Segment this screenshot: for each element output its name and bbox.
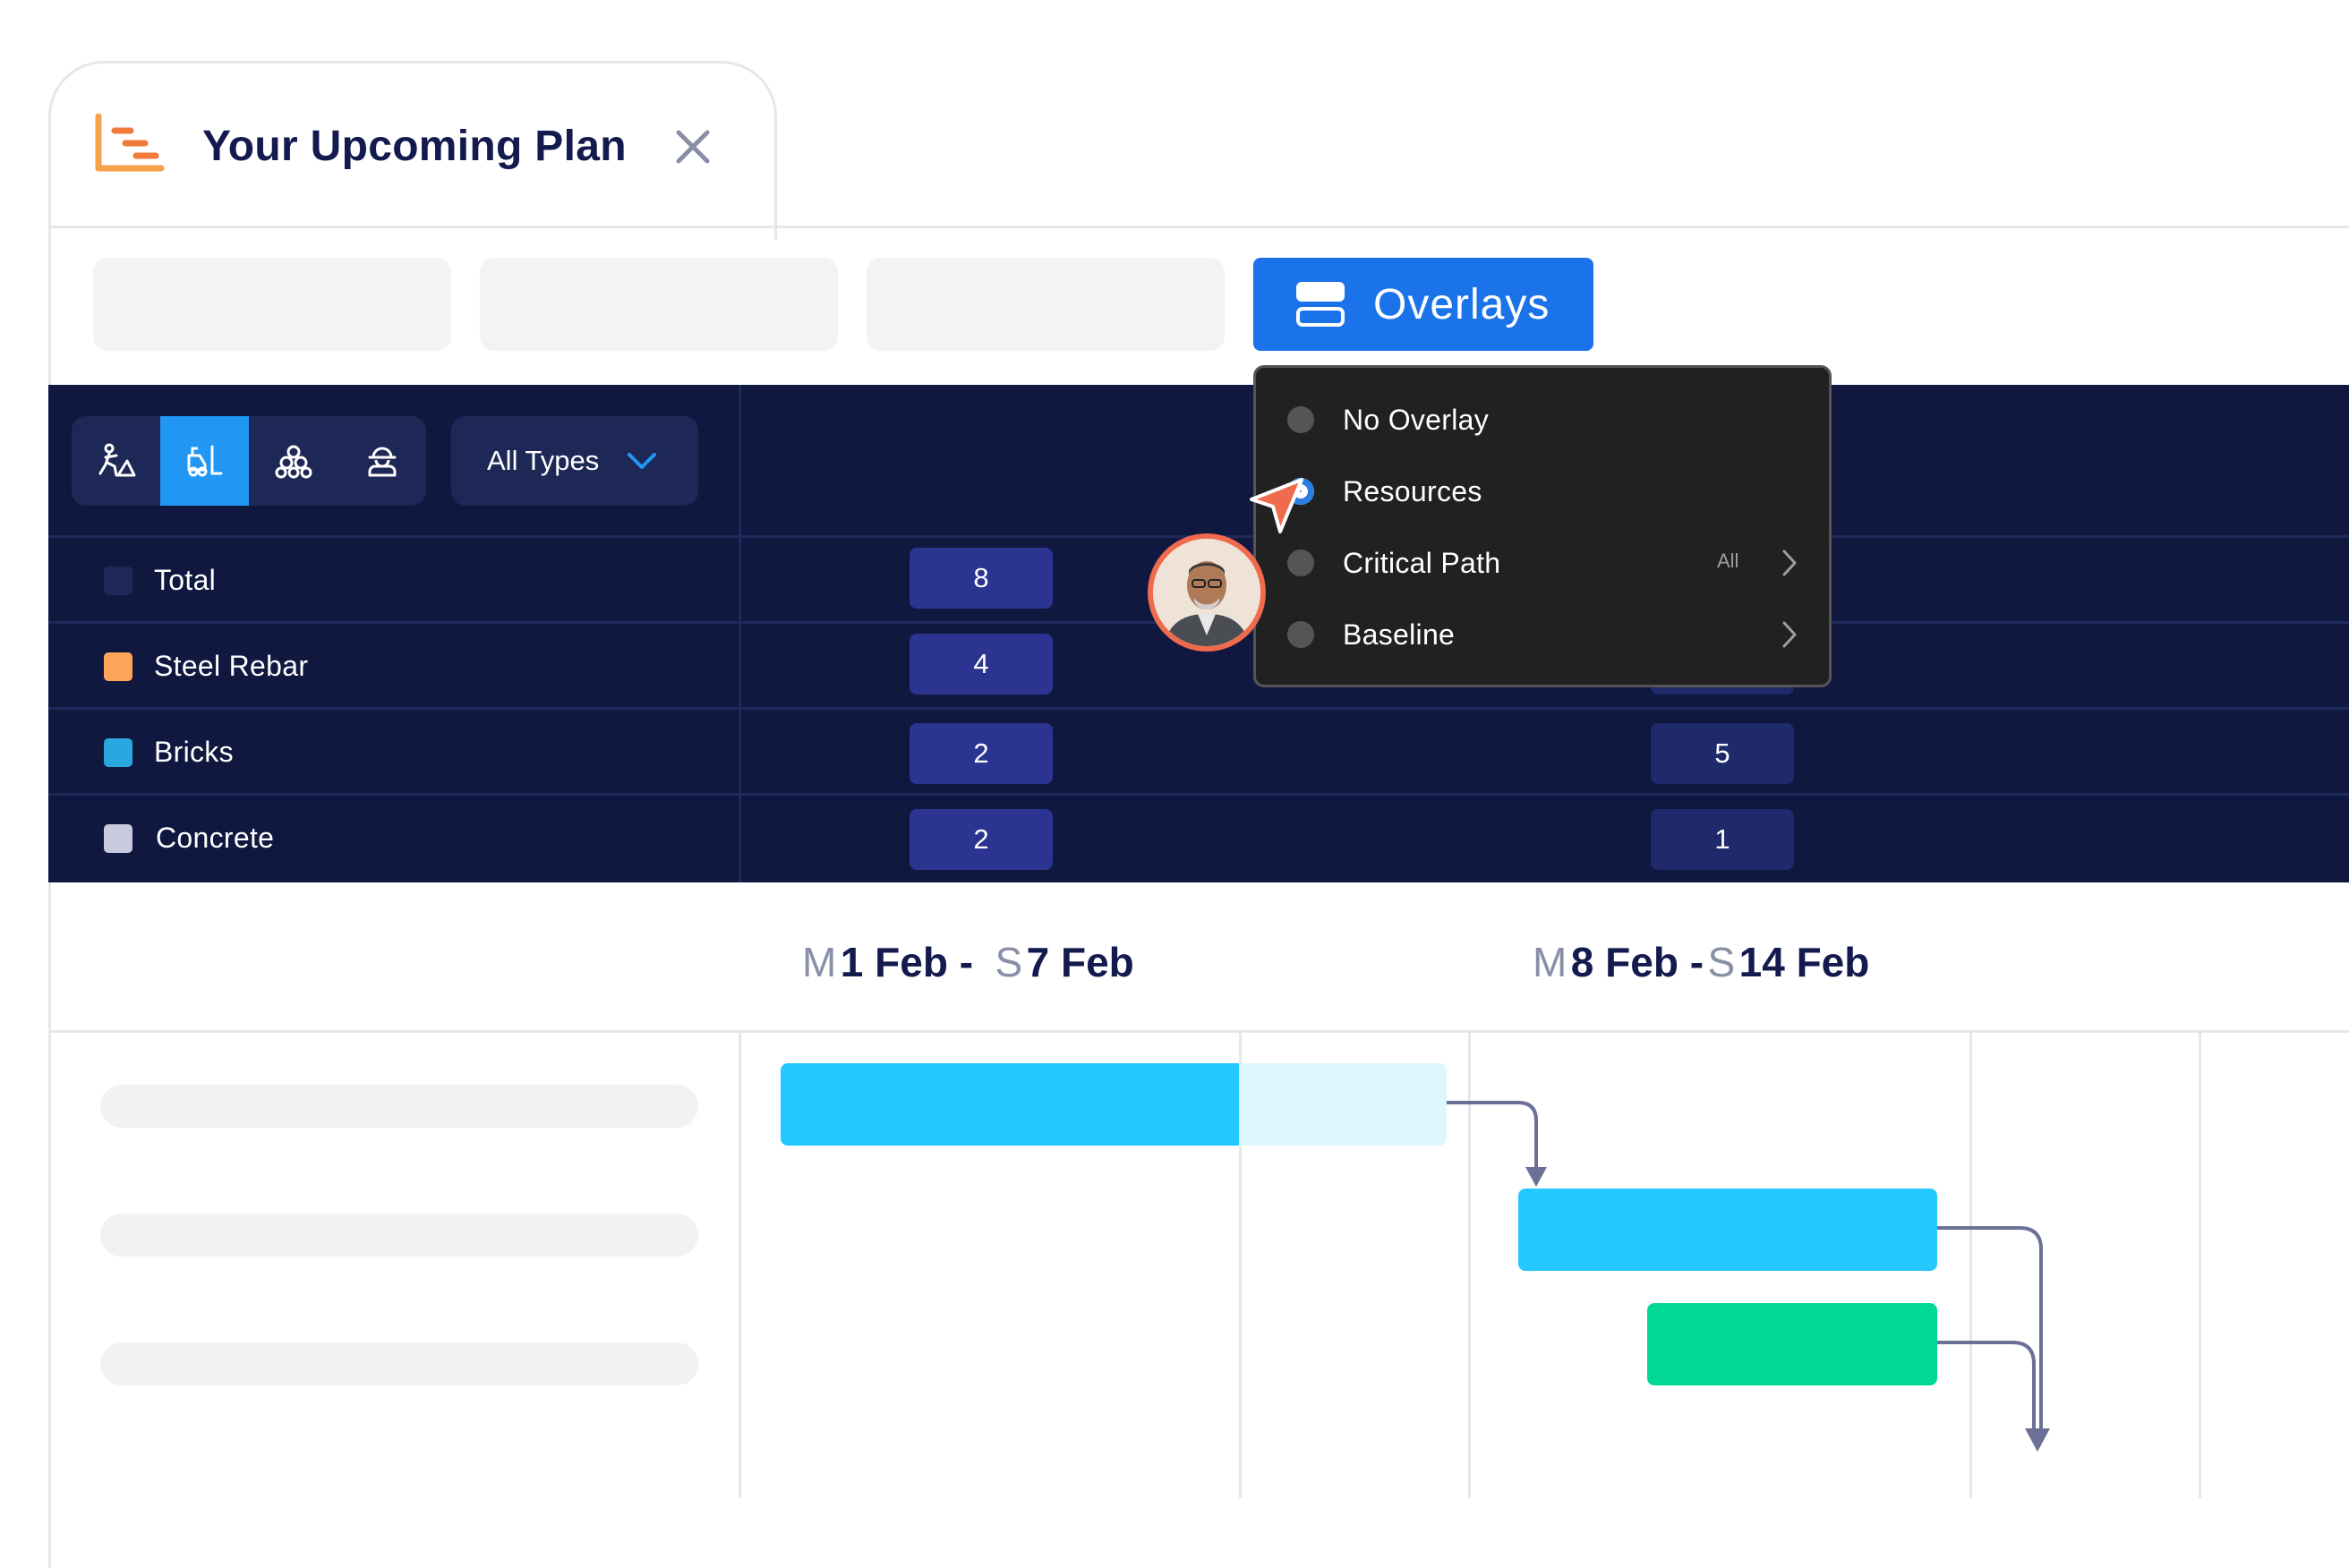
- dependency-arrows: [1447, 1101, 2050, 1452]
